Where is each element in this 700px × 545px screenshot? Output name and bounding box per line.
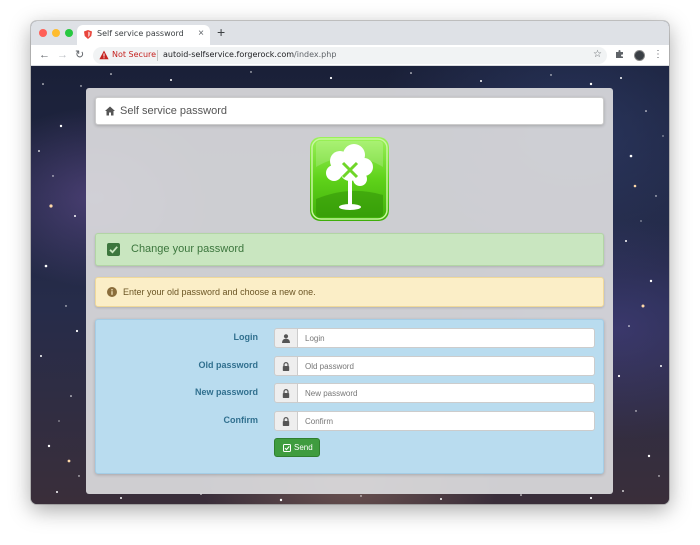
star-icon[interactable]: ☆ [593,49,602,61]
info-icon [107,287,117,297]
url-path: /index.php [294,50,337,59]
old-password-input-group [274,356,595,376]
check-square-icon [283,444,291,452]
url-text[interactable]: autoid-selfservice.forgerock.com/index.p… [163,50,336,59]
confirm-addon [274,411,298,431]
confirm-label: Confirm [223,415,259,425]
warning-icon [99,50,109,60]
checkbox-checked-icon [107,243,120,256]
send-button[interactable]: Send [274,438,320,457]
browser-window: Self service password × + ← → ↻ Not Secu… [31,21,669,504]
form-row-new-password: New password [96,383,605,403]
back-icon[interactable]: ← [39,48,50,62]
menu-icon[interactable]: ⋮ [653,49,663,61]
page-viewport: Self service password Change your passwo… [31,66,669,504]
old-password-addon [274,356,298,376]
old-password-label: Old password [198,360,258,370]
extensions-icon[interactable] [615,49,625,59]
maximize-window-button[interactable] [65,29,73,37]
home-icon [105,106,115,116]
tab-title: Self service password [97,29,184,38]
new-password-label: New password [194,387,258,397]
info-alert: Enter your old password and choose a new… [95,277,604,307]
close-window-button[interactable] [39,29,47,37]
change-password-form: Login Old password [95,319,604,474]
reload-icon[interactable]: ↻ [75,48,84,62]
info-message: Enter your old password and choose a new… [123,287,316,297]
login-addon [274,328,298,348]
login-input[interactable] [297,328,595,348]
success-alert: Change your password [95,233,604,266]
main-panel: Self service password Change your passwo… [86,88,613,494]
form-row-login: Login [96,328,605,348]
tab-close-icon[interactable]: × [198,28,204,40]
lock-icon [282,417,290,426]
form-row-old-password: Old password [96,356,605,376]
send-label: Send [294,443,313,452]
tab-strip: Self service password × + [31,21,669,45]
new-tab-icon[interactable]: + [217,24,225,40]
confirm-input-group [274,411,595,431]
login-input-group [274,328,595,348]
success-message: Change your password [131,243,245,255]
lock-icon [282,362,290,371]
browser-toolbar: ← → ↻ Not Secure autoid-selfservice.forg… [31,45,669,66]
profile-icon[interactable] [634,50,645,61]
browser-tab[interactable]: Self service password × [77,25,210,45]
lock-icon [282,389,290,398]
shield-icon [84,30,92,39]
logo-image [310,137,389,221]
login-label: Login [233,332,259,342]
new-password-addon [274,383,298,403]
address-bar[interactable]: Not Secure autoid-selfservice.forgerock.… [93,47,607,64]
confirm-password-input[interactable] [297,411,595,431]
page-title: Self service password [120,105,227,117]
url-host: autoid-selfservice.forgerock.com [163,50,295,59]
security-label[interactable]: Not Secure [112,50,156,59]
old-password-input[interactable] [297,356,595,376]
form-row-confirm: Confirm [96,411,605,431]
minimize-window-button[interactable] [52,29,60,37]
new-password-input[interactable] [297,383,595,403]
url-separator [157,50,158,61]
page-header: Self service password [95,97,604,125]
user-icon [282,334,290,343]
forward-icon[interactable]: → [57,48,68,62]
new-password-input-group [274,383,595,403]
